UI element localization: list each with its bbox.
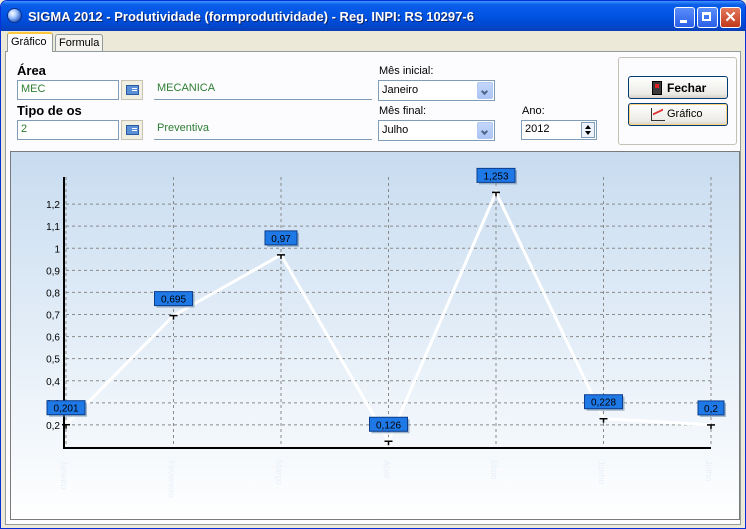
grafico-label: Gráfico	[667, 108, 703, 120]
maximize-button[interactable]	[697, 7, 718, 28]
y-tick-label: 0,8	[46, 288, 60, 299]
button-panel	[618, 57, 737, 145]
fechar-label: Fechar	[667, 81, 707, 95]
data-label: 0,201	[53, 404, 78, 415]
mes-inicial-value: Janeiro	[382, 84, 419, 96]
lookup-card-icon	[126, 85, 139, 95]
tipo-os-lookup-button[interactable]	[121, 120, 143, 140]
tab-grafico[interactable]: Gráfico	[7, 32, 53, 52]
chevron-down-icon[interactable]	[477, 82, 493, 99]
mes-inicial-label: Mês inicial:	[379, 65, 434, 77]
ano-value: 2012	[525, 123, 550, 135]
ano-label: Ano:	[522, 105, 545, 117]
x-tick-label: Maio	[489, 460, 499, 480]
mes-final-value: Julho	[382, 124, 409, 136]
lookup-card-icon	[126, 125, 139, 135]
title-bar[interactable]: SIGMA 2012 - Produtividade (formprodutiv…	[1, 1, 745, 31]
tipo-os-label: Tipo de os	[17, 103, 82, 118]
y-tick-label: 0,6	[46, 333, 60, 344]
area-lookup-button[interactable]	[121, 80, 143, 100]
minimize-button[interactable]	[674, 7, 695, 28]
data-label: 0,695	[161, 295, 186, 306]
chart-background	[11, 152, 739, 519]
maximize-icon	[702, 12, 711, 21]
data-label: 0,126	[376, 420, 401, 431]
spin-down-icon[interactable]	[585, 131, 591, 135]
chevron-down-icon[interactable]	[477, 122, 493, 139]
y-tick-label: 0,4	[46, 377, 60, 388]
mes-inicial-select[interactable]: Janeiro	[378, 80, 495, 101]
tipo-os-code-input[interactable]: 2	[17, 120, 119, 140]
x-tick-label: Fevereiro	[167, 460, 177, 498]
x-tick-label: Abril	[382, 460, 392, 478]
chart-icon	[651, 108, 665, 121]
tipo-os-description: Preventiva	[154, 120, 372, 140]
exit-door-icon	[652, 81, 662, 95]
y-tick-label: 1	[54, 244, 60, 255]
fechar-button[interactable]: Fechar	[628, 76, 728, 99]
mes-final-label: Mês final:	[379, 105, 427, 117]
mes-final-select[interactable]: Julho	[378, 120, 495, 141]
data-label: 0,228	[591, 398, 616, 409]
app-logo-icon	[7, 8, 22, 23]
x-tick-label: Janeiro	[59, 460, 69, 490]
tab-formula[interactable]: Formula	[55, 34, 103, 51]
y-tick-label: 0,2	[46, 421, 60, 432]
y-tick-label: 0,7	[46, 311, 60, 322]
y-tick-label: 1,2	[46, 200, 60, 211]
close-button[interactable]: ✕	[720, 7, 741, 28]
area-code-input[interactable]: MEC	[17, 80, 119, 100]
minimize-icon	[680, 20, 687, 23]
data-label: 1,253	[483, 171, 508, 182]
window-title: SIGMA 2012 - Produtividade (formprodutiv…	[28, 9, 474, 24]
productivity-chart: 0,20,30,40,50,60,70,80,911,11,2JaneiroFe…	[10, 151, 740, 520]
x-tick-label: Junho	[597, 460, 607, 485]
x-tick-label: Março	[274, 460, 284, 485]
y-tick-label: 0,5	[46, 355, 60, 366]
app-window: SIGMA 2012 - Produtividade (formprodutiv…	[0, 0, 746, 529]
chart-canvas: 0,20,30,40,50,60,70,80,911,11,2JaneiroFe…	[11, 152, 739, 519]
spin-up-icon[interactable]	[585, 125, 591, 129]
data-label: 0,2	[704, 404, 718, 415]
y-tick-label: 1,1	[46, 222, 60, 233]
ano-spinner[interactable]: 2012	[521, 120, 597, 140]
x-tick-label: Julho	[704, 460, 714, 482]
data-label: 0,97	[271, 234, 291, 245]
y-tick-label: 0,9	[46, 266, 60, 277]
close-icon: ✕	[724, 9, 737, 26]
grafico-button[interactable]: Gráfico	[628, 103, 728, 126]
area-label: Área	[17, 63, 46, 78]
spin-buttons[interactable]	[581, 122, 595, 138]
area-description: MECANICA	[154, 80, 372, 100]
